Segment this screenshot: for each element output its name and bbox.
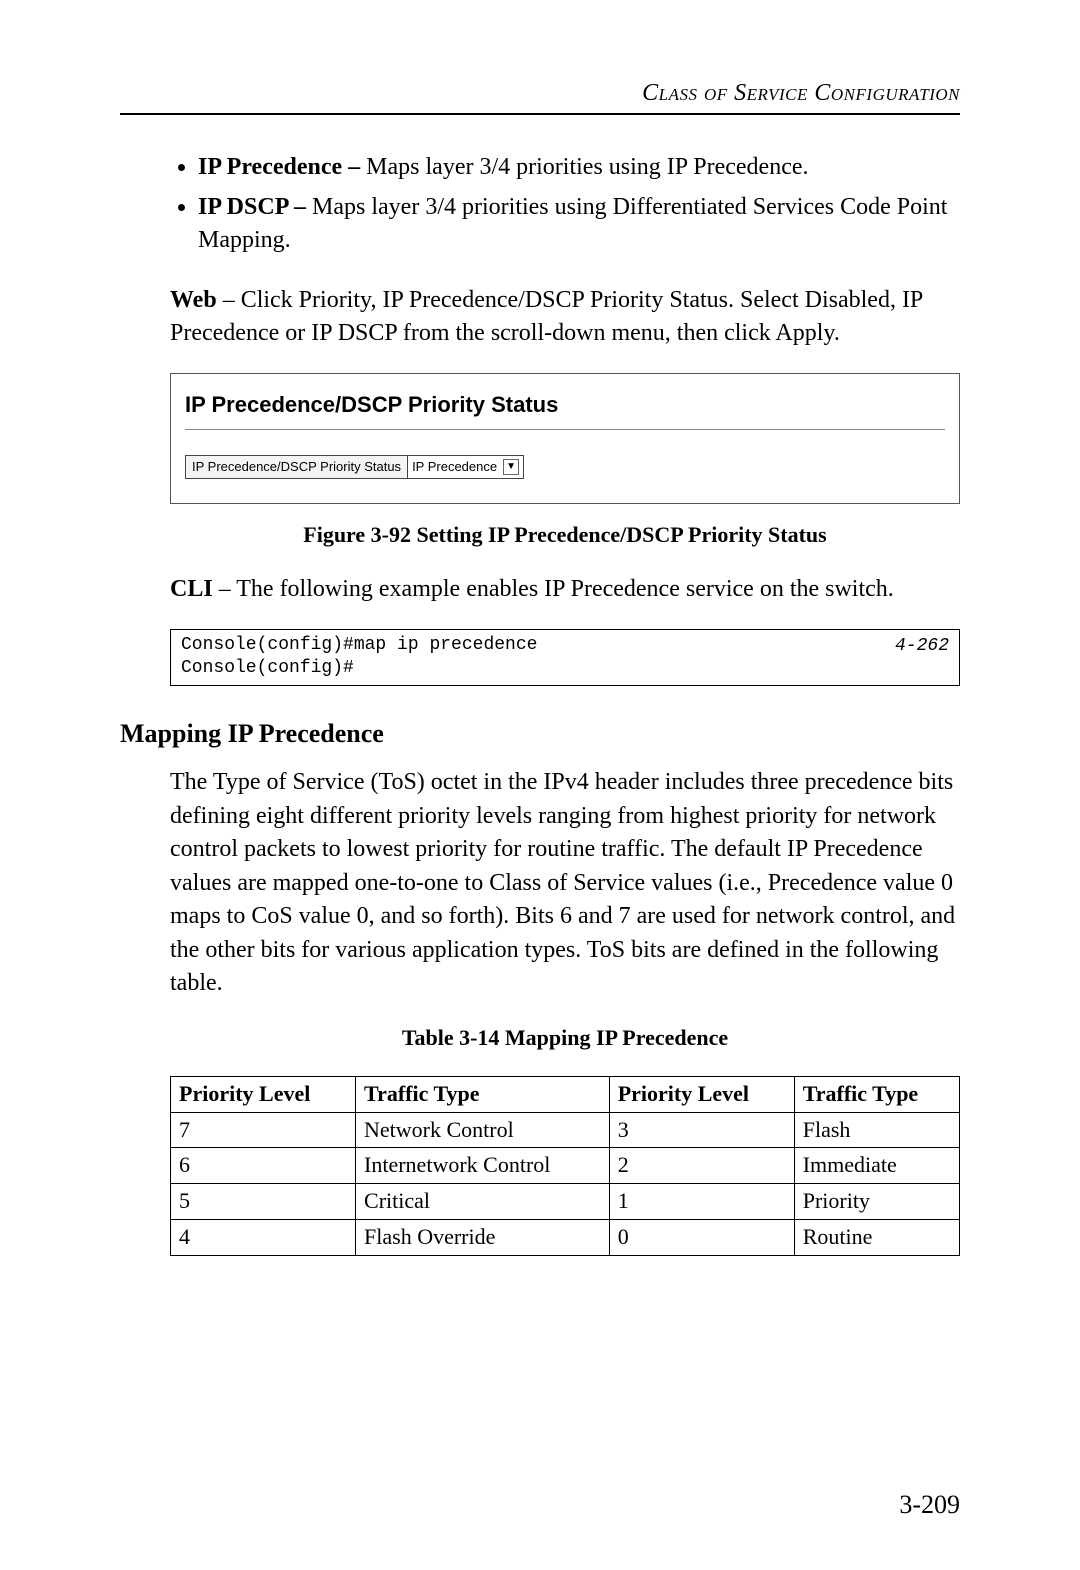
section-body: The Type of Service (ToS) octet in the I… — [170, 766, 960, 1001]
cli-ref: 4-262 — [895, 634, 949, 659]
figure-caption: Figure 3-92 Setting IP Precedence/DSCP P… — [170, 520, 960, 551]
list-item: IP Precedence – Maps layer 3/4 prioritie… — [198, 151, 960, 185]
cli-lines: Console(config)#map ip precedence Consol… — [181, 634, 537, 681]
panel-title: IP Precedence/DSCP Priority Status — [185, 384, 945, 430]
cli-code-block: Console(config)#map ip precedence Consol… — [170, 629, 960, 686]
cell: 7 — [171, 1112, 356, 1148]
table-row: 4 Flash Override 0 Routine — [171, 1220, 960, 1256]
table-row: 6 Internetwork Control 2 Immediate — [171, 1148, 960, 1184]
chevron-down-icon: ▼ — [503, 459, 519, 475]
web-paragraph: Web – Click Priority, IP Precedence/DSCP… — [170, 284, 960, 351]
cell: Internetwork Control — [356, 1148, 610, 1184]
cell: 1 — [609, 1184, 794, 1220]
col-header: Priority Level — [609, 1076, 794, 1112]
cell: Flash Override — [356, 1220, 610, 1256]
bullet-list: IP Precedence – Maps layer 3/4 prioritie… — [170, 151, 960, 258]
table-row: 5 Critical 1 Priority — [171, 1184, 960, 1220]
status-select[interactable]: IP Precedence ▼ — [408, 456, 523, 478]
table-row: 7 Network Control 3 Flash — [171, 1112, 960, 1148]
section-heading: Mapping IP Precedence — [120, 716, 960, 752]
cell: 6 — [171, 1148, 356, 1184]
lead: CLI — [170, 576, 213, 602]
cell: 4 — [171, 1220, 356, 1256]
header-rule — [120, 113, 960, 115]
cell: 0 — [609, 1220, 794, 1256]
body-text: – Click Priority, IP Precedence/DSCP Pri… — [170, 287, 922, 347]
col-header: Traffic Type — [356, 1076, 610, 1112]
cell: Priority — [794, 1184, 959, 1220]
cell: Network Control — [356, 1112, 610, 1148]
running-header: Class of Service Configuration — [120, 80, 960, 107]
page: Class of Service Configuration IP Preced… — [0, 0, 1080, 1570]
status-select-value: IP Precedence — [412, 458, 497, 476]
screenshot-panel: IP Precedence/DSCP Priority Status IP Pr… — [170, 373, 960, 504]
body-content: IP Precedence – Maps layer 3/4 prioritie… — [170, 151, 960, 1256]
lead: Web — [170, 287, 217, 313]
cell: Flash — [794, 1112, 959, 1148]
page-number: 3-209 — [899, 1490, 960, 1520]
table-header-row: Priority Level Traffic Type Priority Lev… — [171, 1076, 960, 1112]
col-header: Priority Level — [171, 1076, 356, 1112]
col-header: Traffic Type — [794, 1076, 959, 1112]
term: IP DSCP – — [198, 194, 312, 220]
precedence-table: Priority Level Traffic Type Priority Lev… — [170, 1076, 960, 1256]
body-text: – The following example enables IP Prece… — [213, 576, 894, 602]
cell: Routine — [794, 1220, 959, 1256]
cell: Critical — [356, 1184, 610, 1220]
term: IP Precedence – — [198, 154, 366, 180]
list-item: IP DSCP – Maps layer 3/4 priorities usin… — [198, 191, 960, 258]
term-desc: Maps layer 3/4 priorities using IP Prece… — [366, 154, 808, 180]
cell: 2 — [609, 1148, 794, 1184]
cell: 3 — [609, 1112, 794, 1148]
cell: 5 — [171, 1184, 356, 1220]
cli-paragraph: CLI – The following example enables IP P… — [170, 573, 960, 607]
panel-row-label: IP Precedence/DSCP Priority Status — [186, 456, 408, 478]
table-caption: Table 3-14 Mapping IP Precedence — [170, 1023, 960, 1054]
cell: Immediate — [794, 1148, 959, 1184]
panel-row: IP Precedence/DSCP Priority Status IP Pr… — [185, 455, 524, 479]
